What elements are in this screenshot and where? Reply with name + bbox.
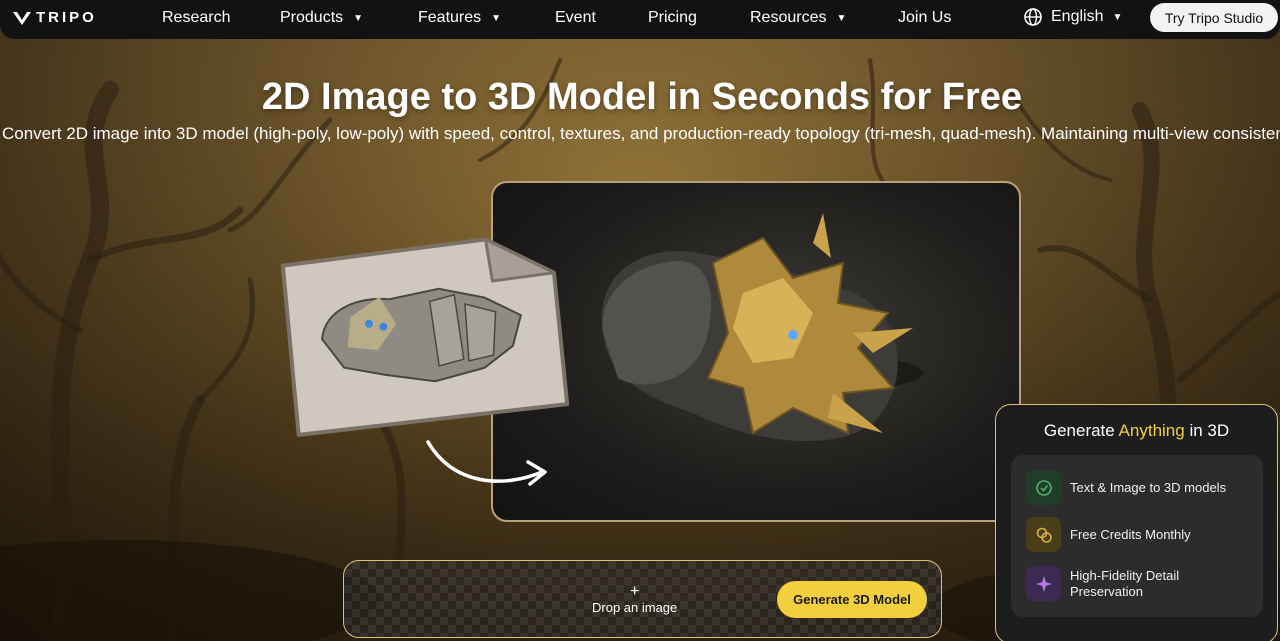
language-label: English — [1051, 8, 1104, 25]
source-image-card — [276, 232, 570, 437]
nav-join-us[interactable]: Join Us — [898, 9, 951, 27]
feature-label: Text & Image to 3D models — [1070, 480, 1227, 495]
page-title: 2D Image to 3D Model in Seconds for Free — [261, 76, 1023, 118]
nav-pricing-label: Pricing — [648, 9, 697, 26]
caret-down-icon: ▼ — [353, 12, 364, 24]
curved-arrow-icon — [426, 440, 547, 486]
nav-resources-label: Resources — [750, 9, 827, 26]
sparkle-icon — [1026, 566, 1061, 601]
nav-products[interactable]: Products ▼ — [280, 9, 363, 27]
gauntlet-3d-model-render — [601, 213, 923, 442]
tripo-logo-icon — [13, 11, 31, 25]
feature-list: Text & Image to 3D models Free Credits M… — [1011, 455, 1263, 617]
feature-label: High-Fidelity Detail Preservation — [1070, 567, 1180, 599]
title-suffix: in 3D — [1189, 421, 1230, 440]
model-preview-panel — [491, 181, 1021, 522]
nav-pricing[interactable]: Pricing — [648, 9, 697, 27]
image-upload-bar: + Drop an image Generate 3D Model — [343, 560, 942, 638]
logo-text: TRIPO — [36, 9, 97, 26]
nav-event-label: Event — [555, 9, 596, 26]
image-drop-zone[interactable]: + Drop an image — [592, 583, 678, 616]
side-card-title: Generate Anything in 3D — [996, 421, 1277, 441]
caret-down-icon: ▼ — [1112, 11, 1123, 23]
globe-icon — [1024, 8, 1042, 26]
page-subtitle: Convert 2D image into 3D model (high-pol… — [2, 124, 1280, 143]
nav-products-label: Products — [280, 9, 344, 26]
try-tripo-studio-button[interactable]: Try Tripo Studio — [1150, 3, 1278, 32]
generate-anything-card: Generate Anything in 3D Text & Image to … — [995, 404, 1278, 641]
caret-down-icon: ▼ — [836, 12, 847, 24]
generate-3d-model-button[interactable]: Generate 3D Model — [777, 581, 927, 618]
feature-item: Free Credits Monthly — [1026, 517, 1191, 552]
nav-research[interactable]: Research — [162, 9, 230, 27]
plus-icon: + — [629, 583, 640, 600]
nav-event[interactable]: Event — [555, 9, 596, 27]
feature-item: Text & Image to 3D models — [1026, 470, 1226, 505]
cube-sparkle-icon — [1026, 470, 1061, 505]
caret-down-icon: ▼ — [491, 12, 502, 24]
drop-image-label: Drop an image — [592, 600, 678, 615]
source-image-graphic — [280, 237, 570, 437]
coins-icon — [1026, 517, 1061, 552]
language-selector[interactable]: English ▼ — [1024, 8, 1122, 26]
nav-features-label: Features — [418, 9, 482, 26]
feature-item: High-Fidelity Detail Preservation — [1026, 566, 1210, 601]
nav-research-label: Research — [162, 9, 231, 26]
nav-join-us-label: Join Us — [898, 9, 952, 26]
feature-label: Free Credits Monthly — [1070, 527, 1191, 542]
title-accent: Anything — [1118, 421, 1185, 440]
tripo-logo[interactable]: TRIPO — [12, 9, 97, 26]
top-nav: TRIPO Research Products ▼ Features ▼ Eve… — [0, 0, 1280, 39]
nav-resources[interactable]: Resources ▼ — [750, 9, 846, 27]
title-prefix: Generate — [1043, 421, 1115, 440]
nav-features[interactable]: Features ▼ — [418, 9, 501, 27]
